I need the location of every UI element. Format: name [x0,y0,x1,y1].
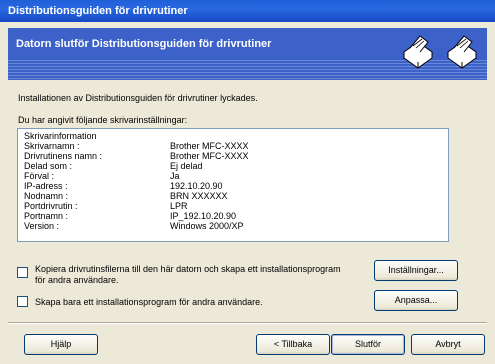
info-key: Portdrivrutin : [24,201,78,211]
info-value: LPR [170,201,188,211]
footer-separator [8,322,487,324]
finish-button[interactable]: Slutför [331,334,405,355]
copy-files-checkbox[interactable] [17,267,28,278]
info-value: IP_192.10.20.90 [170,211,237,221]
banner-title: Datorn slutför Distributionsguiden för d… [16,38,272,50]
info-key: Nodnamn : [24,191,69,201]
window-title: Distributionsguiden för drivrutiner [8,5,188,17]
info-value: Brother MFC-XXXX [170,141,249,151]
info-row: Skrivarnamn : Brother MFC-XXXX [24,141,444,151]
info-row: Delad som : Ej delad [24,161,444,171]
printer-icon [403,35,433,69]
info-row: Portnamn : IP_192.10.20.90 [24,211,444,221]
settings-label: Du har angivit följande skrivarinställni… [18,115,188,125]
wizard-window: Distributionsguiden för drivrutiner Dato… [0,0,495,364]
info-row: Version : Windows 2000/XP [24,221,444,231]
info-row: Portdrivrutin : LPR [24,201,444,211]
create-installer-checkbox[interactable] [17,296,28,307]
info-key: Portnamn : [24,211,69,221]
info-key: IP-adress : [24,181,68,191]
info-header: Skrivarinformation [24,131,97,141]
info-key: Drivrutinens namn : [24,151,103,161]
wizard-banner: Datorn slutför Distributionsguiden för d… [8,28,487,80]
copy-files-label[interactable]: Kopiera drivrutinsfilerna till den här d… [35,264,347,286]
create-installer-label[interactable]: Skapa bara ett installationsprogram för … [35,297,263,307]
info-key: Delad som : [24,161,73,171]
info-row: Drivrutinens namn : Brother MFC-XXXX [24,151,444,161]
title-bar[interactable]: Distributionsguiden för drivrutiner [0,0,495,22]
info-value: Ej delad [170,161,203,171]
help-button[interactable]: Hjälp [24,334,98,355]
info-value: BRN XXXXXX [170,191,228,201]
back-button[interactable]: < Tillbaka [256,334,330,355]
info-key: Version : [24,221,60,231]
info-value: Brother MFC-XXXX [170,151,249,161]
customize-button[interactable]: Anpassa... [374,290,458,311]
settings-button[interactable]: Inställningar... [374,260,458,281]
info-key: Förval : [24,171,55,181]
info-value: 192.10.20.90 [170,181,223,191]
info-value: Ja [170,171,180,181]
intro-text: Installationen av Distributionsguiden fö… [18,93,258,103]
info-row: IP-adress : 192.10.20.90 [24,181,444,191]
info-key: Skrivarnamn : [24,141,80,151]
cancel-button[interactable]: Avbryt [411,334,485,355]
printer-info-box: Skrivarinformation Skrivarnamn : Brother… [17,128,449,242]
info-value: Windows 2000/XP [170,221,244,231]
info-row: Nodnamn : BRN XXXXXX [24,191,444,201]
printer-icon [447,35,477,69]
info-row: Förval : Ja [24,171,444,181]
